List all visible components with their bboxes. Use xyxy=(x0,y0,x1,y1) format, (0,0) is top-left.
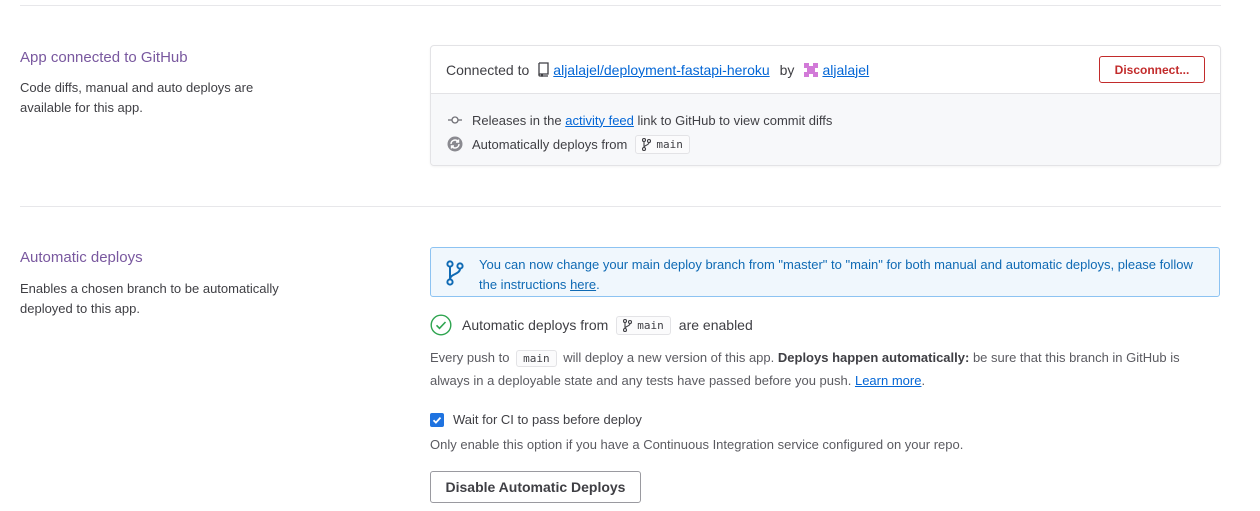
disable-automatic-deploys-button[interactable]: Disable Automatic Deploys xyxy=(430,471,641,503)
disconnect-button[interactable]: Disconnect... xyxy=(1099,56,1205,83)
learn-more-link[interactable]: Learn more xyxy=(855,373,921,388)
user-avatar-icon xyxy=(804,62,819,77)
repo-link[interactable]: aljalajel/deployment-fastapi-heroku xyxy=(553,62,769,78)
para-prefix: Every push to xyxy=(430,350,510,365)
connected-to-label: Connected to xyxy=(446,61,530,78)
branch-chip: main xyxy=(616,315,671,335)
github-connection-card: Connected to aljalajel/deployment-fastap… xyxy=(430,45,1221,166)
wait-for-ci-label: Wait for CI to pass before deploy xyxy=(453,412,642,427)
wait-for-ci-checkbox[interactable] xyxy=(430,412,444,427)
sync-icon xyxy=(446,136,464,152)
releases-prefix: Releases in the xyxy=(472,112,562,128)
github-card-header: Connected to aljalajel/deployment-fastap… xyxy=(431,46,1220,94)
releases-row: Releases in the activity feed link to Gi… xyxy=(431,108,1220,132)
branch-icon xyxy=(623,318,633,332)
auto-deploys-row: Automatically deploys from main xyxy=(431,132,1220,156)
branch-chip: main xyxy=(635,134,690,154)
github-card-body: Releases in the activity feed link to Gi… xyxy=(431,94,1220,165)
releases-suffix: link to GitHub to view commit diffs xyxy=(637,112,833,128)
auto-deploys-section-description: Enables a chosen branch to be automatica… xyxy=(20,281,279,316)
top-divider xyxy=(20,5,1221,6)
instructions-link[interactable]: here xyxy=(570,277,596,292)
branch-chip: main xyxy=(516,350,557,367)
para-bold: Deploys happen automatically: xyxy=(777,350,970,365)
branch-icon xyxy=(445,260,465,289)
branch-name: main xyxy=(637,318,664,332)
info-banner-text: You can now change your main deploy bran… xyxy=(479,255,1209,295)
auto-deploys-explanation: Every push to main will deploy a new ver… xyxy=(430,346,1220,392)
repo-icon xyxy=(537,62,549,77)
auto-deploys-section-title: Automatic deploys xyxy=(20,249,143,266)
by-label: by xyxy=(779,61,795,78)
activity-feed-link[interactable]: activity feed xyxy=(565,113,634,128)
wait-for-ci-option[interactable]: Wait for CI to pass before deploy xyxy=(430,412,642,427)
banner-suffix: . xyxy=(596,277,600,292)
github-section-description: Code diffs, manual and auto deploys are … xyxy=(20,80,254,115)
auto-deploys-status: Automatic deploys from main are enabled xyxy=(430,313,753,337)
branch-name: main xyxy=(656,137,683,151)
auto-deploys-label: Automatically deploys from xyxy=(472,136,628,152)
section-divider xyxy=(20,206,1221,207)
commit-icon xyxy=(446,115,464,125)
branch-icon xyxy=(642,137,652,151)
github-section-title: App connected to GitHub xyxy=(20,49,188,66)
para-middle: will deploy a new version of this app. xyxy=(563,350,775,365)
ci-hint: Only enable this option if you have a Co… xyxy=(430,437,964,452)
check-circle-icon xyxy=(430,314,452,336)
status-prefix: Automatic deploys from xyxy=(462,317,609,333)
info-banner: You can now change your main deploy bran… xyxy=(430,247,1220,297)
para-end: . xyxy=(921,373,926,388)
checkmark-icon xyxy=(432,416,442,424)
status-suffix: are enabled xyxy=(678,317,753,333)
user-link[interactable]: aljalajel xyxy=(822,62,869,78)
